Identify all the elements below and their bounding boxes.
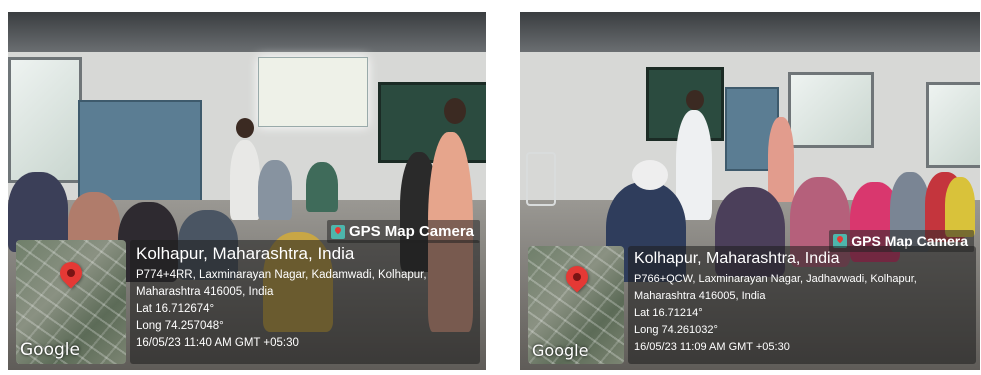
photo-2: GPS Map Camera Kolhapur, Maharashtra, In… — [520, 12, 980, 370]
address-line-2: Maharashtra 416005, India — [136, 286, 274, 298]
window — [788, 72, 874, 148]
person-cap — [632, 160, 668, 190]
longitude: Long 74.257048° — [136, 320, 224, 332]
map-brand: Google — [20, 340, 80, 360]
address-line-1: P766+QCW, Laxminarayan Nagar, Jadhavwadi… — [634, 273, 917, 285]
datetime: 16/05/23 11:40 AM GMT +05:30 — [136, 337, 299, 349]
person-head — [444, 98, 466, 124]
person — [258, 160, 292, 220]
latitude: Lat 16.712674° — [136, 303, 215, 315]
location-overlay: Kolhapur, Maharashtra, India P766+QCW, L… — [628, 246, 976, 364]
map-pin-icon — [561, 261, 593, 293]
datetime: 16/05/23 11:09 AM GMT +05:30 — [634, 341, 790, 353]
photo-1: GPS Map Camera Kolhapur, Maharashtra, In… — [8, 12, 486, 370]
gps-camera-icon — [330, 224, 345, 239]
address-line-1: P774+4RR, Laxminarayan Nagar, Kadamwadi,… — [136, 269, 427, 281]
window — [926, 82, 980, 168]
map-brand: Google — [532, 341, 589, 360]
gps-camera-label: GPS Map Camera — [348, 223, 474, 240]
longitude: Long 74.261032° — [634, 324, 718, 336]
person-head — [686, 90, 704, 110]
chair — [526, 152, 556, 206]
person — [945, 177, 975, 237]
place-name: Kolhapur, Maharashtra, India — [634, 250, 840, 267]
board — [378, 82, 486, 163]
person — [768, 117, 794, 202]
location-overlay: Kolhapur, Maharashtra, India P774+4RR, L… — [130, 240, 480, 364]
person — [230, 140, 260, 220]
mini-map: Google — [528, 246, 624, 364]
window — [8, 57, 82, 183]
address-line-2: Maharashtra 416005, India — [634, 290, 766, 302]
latitude: Lat 16.71214° — [634, 307, 703, 319]
projector-screen — [258, 57, 368, 127]
map-pin-icon — [55, 257, 87, 289]
mini-map: Google — [16, 240, 126, 364]
location-info: Kolhapur, Maharashtra, India P766+QCW, L… — [634, 250, 917, 356]
place-name: Kolhapur, Maharashtra, India — [136, 244, 355, 263]
person — [676, 110, 712, 220]
location-info: Kolhapur, Maharashtra, India P774+4RR, L… — [136, 244, 427, 352]
person-head — [236, 118, 254, 138]
person — [306, 162, 338, 212]
